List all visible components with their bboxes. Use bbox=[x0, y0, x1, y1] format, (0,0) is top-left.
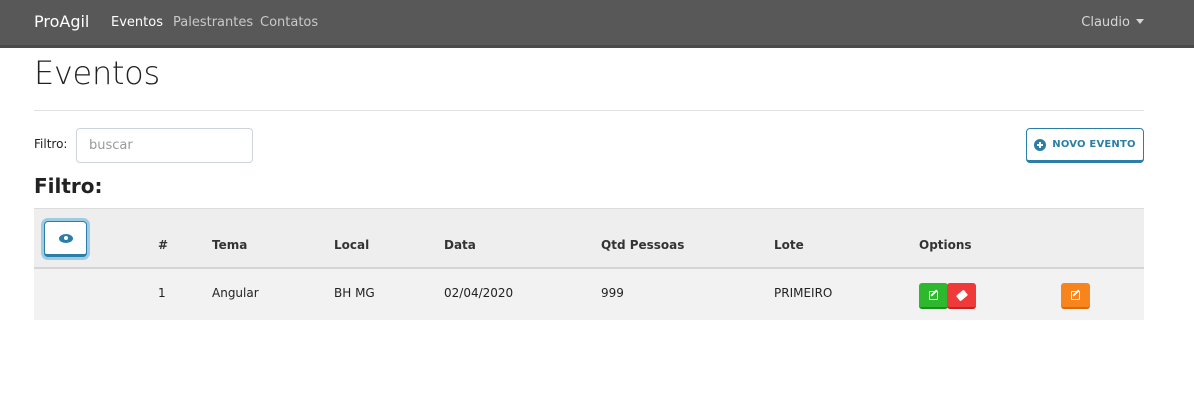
table-header bbox=[34, 208, 1144, 269]
col-header-options: Options bbox=[919, 238, 972, 252]
cell-qtd-pessoas: 999 bbox=[601, 286, 624, 300]
delete-button[interactable] bbox=[947, 283, 976, 309]
col-header-tema[interactable]: Tema bbox=[212, 238, 247, 252]
toggle-images-button[interactable] bbox=[44, 221, 87, 257]
col-header-qtd-pessoas[interactable]: Qtd Pessoas bbox=[601, 238, 684, 252]
edit-button[interactable] bbox=[919, 283, 948, 309]
filter-subtitle: Filtro: bbox=[34, 174, 103, 198]
cell-tema: Angular bbox=[212, 286, 259, 300]
user-dropdown[interactable]: Claudio bbox=[1081, 15, 1144, 30]
eye-icon bbox=[58, 233, 73, 243]
edit-details-button[interactable] bbox=[1061, 283, 1090, 309]
plus-circle-icon bbox=[1034, 138, 1047, 151]
cell-data: 02/04/2020 bbox=[444, 286, 514, 300]
cell-lote: PRIMEIRO bbox=[774, 286, 833, 300]
cell-local: BH MG bbox=[334, 286, 375, 300]
page-title: Eventos bbox=[34, 54, 160, 92]
user-name: Claudio bbox=[1081, 15, 1130, 30]
nav-link-palestrantes[interactable]: Palestrantes bbox=[173, 15, 253, 30]
cell-id: 1 bbox=[158, 286, 166, 300]
col-header-id[interactable]: # bbox=[158, 238, 168, 252]
col-header-local[interactable]: Local bbox=[334, 238, 369, 252]
events-table: # Tema Local Data Qtd Pessoas Lote Optio… bbox=[34, 208, 1144, 320]
search-input[interactable] bbox=[76, 128, 253, 163]
edit-icon bbox=[929, 290, 938, 300]
col-header-data[interactable]: Data bbox=[444, 238, 476, 252]
new-event-button-label: NOVO EVENTO bbox=[1052, 139, 1136, 150]
brand-link[interactable]: ProAgil bbox=[34, 12, 89, 31]
filter-label: Filtro: bbox=[34, 137, 68, 151]
divider bbox=[34, 110, 1144, 111]
table-row bbox=[34, 269, 1144, 320]
navbar: ProAgil Eventos Palestrantes Contatos Cl… bbox=[0, 0, 1194, 48]
caret-down-icon bbox=[1136, 19, 1144, 24]
edit-icon bbox=[1071, 290, 1080, 300]
new-event-button[interactable]: NOVO EVENTO bbox=[1026, 128, 1144, 163]
col-header-lote[interactable]: Lote bbox=[774, 238, 804, 252]
eraser-icon bbox=[955, 289, 968, 301]
nav-link-contatos[interactable]: Contatos bbox=[260, 15, 318, 30]
nav-link-eventos[interactable]: Eventos bbox=[111, 15, 163, 30]
